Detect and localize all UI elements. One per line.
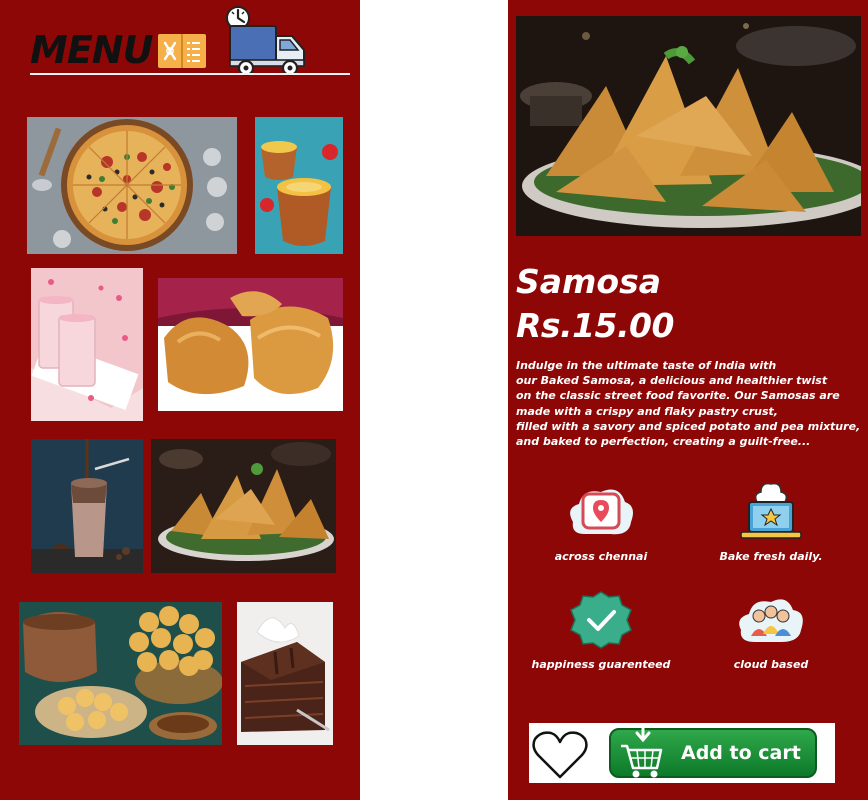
cold-coffee-image [31, 439, 143, 573]
chocolate-cake-image [237, 602, 333, 745]
description-line: and baked to perfection, creating a guil… [516, 435, 811, 449]
product-description: Indulge in the ultimate taste of India w… [516, 358, 861, 449]
product-price: Rs.15.00 [516, 306, 674, 345]
menu-item-chocolate-cake[interactable] [237, 602, 333, 745]
rose-milk-image [31, 268, 143, 421]
delivery-truck-icon [226, 6, 305, 76]
location-icon [570, 489, 633, 535]
check-badge-icon [570, 591, 632, 649]
description-line: filled with a savory and spiced potato a… [516, 419, 861, 433]
feature-label: happiness guarenteed [531, 658, 671, 671]
menu-item-samosa[interactable] [151, 439, 336, 573]
product-hero-image [516, 16, 861, 236]
add-to-cart-button[interactable]: Add to cart [609, 726, 817, 778]
menu-item-pani-puri[interactable] [19, 602, 222, 745]
feature-happiness: happiness guarenteed [521, 590, 681, 671]
description-line: on the classic street food favorite. Our… [516, 389, 840, 403]
feature-across-chennai: across chennai [521, 482, 681, 563]
menu-item-rose-milk[interactable] [31, 268, 143, 421]
pizza-image [27, 117, 237, 254]
feature-bake-fresh: Bake fresh daily. [691, 482, 851, 563]
menu-item-kulfi[interactable] [255, 117, 343, 254]
feature-label: cloud based [733, 658, 809, 671]
samosa-image [151, 439, 336, 573]
menu-item-cold-coffee[interactable] [31, 439, 143, 573]
menu-book-icon [158, 34, 206, 68]
pani-puri-image [19, 602, 222, 745]
description-line: made with a crispy and flaky pastry crus… [516, 404, 778, 418]
feature-cloud-based: cloud based [691, 590, 851, 671]
menu-item-puffs[interactable] [158, 278, 343, 411]
header-divider [30, 73, 350, 75]
samosa-hero-image [516, 16, 861, 236]
team-cloud-icon [739, 599, 803, 642]
description-line: Indulge in the ultimate taste of India w… [516, 359, 777, 372]
cart-bar: Add to cart [529, 723, 835, 783]
product-panel: Samosa Rs.15.00 Indulge in the ultimate … [508, 0, 868, 800]
menu-panel: MENU [0, 0, 360, 800]
cart-icon [621, 726, 663, 778]
kulfi-image [255, 117, 343, 254]
menu-title: MENU [30, 28, 153, 72]
menu-item-pizza[interactable] [27, 117, 237, 254]
feature-label: across chennai [554, 550, 648, 563]
heart-icon[interactable] [531, 729, 589, 781]
puffs-image [158, 278, 343, 411]
add-to-cart-label: Add to cart [681, 742, 801, 764]
product-name: Samosa [516, 262, 662, 301]
description-line: our Baked Samosa, a delicious and health… [516, 374, 828, 388]
feature-label: Bake fresh daily. [719, 550, 823, 563]
chef-laptop-icon [740, 482, 802, 539]
